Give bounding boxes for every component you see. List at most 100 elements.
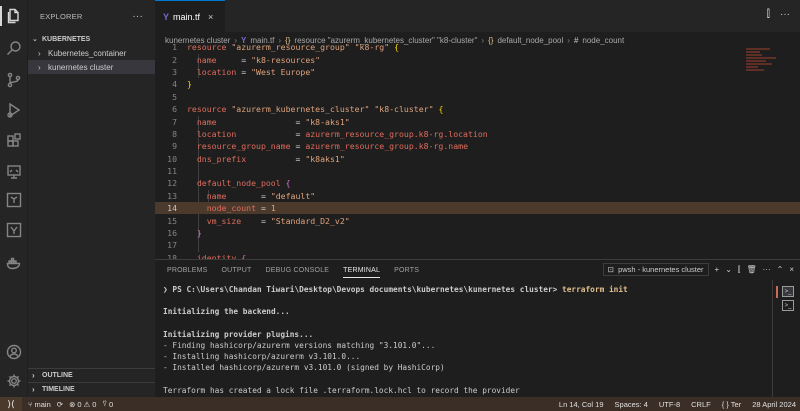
account-icon[interactable] [4, 342, 24, 362]
code-line: 13 name = "default" [167, 190, 316, 201]
indentation[interactable]: Spaces: 4 [615, 400, 648, 409]
more-actions-button[interactable]: ··· [763, 265, 771, 274]
sync-icon[interactable]: ⟳ [57, 400, 63, 409]
terminal-line: - Installing hashicorp/azurerm v3.101.0.… [163, 352, 361, 362]
status-bar: ⟩⟨ ⑂ main ⟳ ⊗ 0 ⚠ 0 ⍢ 0 Ln 14, Col 19 Sp… [0, 397, 800, 411]
tab-terminal[interactable]: TERMINAL [343, 267, 381, 278]
terminal-line: Initializing provider plugins... [163, 329, 314, 339]
code-line: 8 location = azurerm_resource_group.k8-r… [172, 128, 488, 139]
chevron-down-icon: ⌄ [32, 36, 38, 43]
remote-indicator-icon[interactable]: ⟩⟨ [0, 397, 22, 411]
bottom-panel: PROBLEMS OUTPUT DEBUG CONSOLE TERMINAL P… [155, 259, 800, 398]
terminal-line: - Installed hashicorp/azurerm v3.101.0 (… [163, 363, 445, 373]
code-line: 9 resource_group_name = azurerm_resource… [172, 141, 468, 152]
timeline-section-header[interactable]: › TIMELINE [28, 382, 155, 395]
status-right: Ln 14, Col 19 Spaces: 4 UTF-8 CRLF { } T… [559, 397, 796, 411]
code-line: 17 [167, 240, 177, 251]
error-count: 0 [77, 399, 82, 409]
folder-label: Kubernetes_container [48, 48, 127, 58]
terminal-line: Initializing the backend... [163, 307, 290, 317]
code-line: 7 name = "k8-aks1" [172, 116, 350, 127]
folder-kunernetes-cluster[interactable]: › kunernetes cluster [28, 60, 155, 74]
docker-icon[interactable] [4, 253, 24, 273]
tab-problems[interactable]: PROBLEMS [167, 267, 208, 274]
active-indicator [776, 286, 778, 298]
antenna-icon: ⍢ [102, 399, 107, 408]
problems-status[interactable]: ⊗ 0 ⚠ 0 [69, 400, 96, 409]
azure-icon[interactable] [4, 220, 24, 240]
folder-label: kunernetes cluster [48, 62, 114, 72]
workspace-section-header[interactable]: ⌄ KUBERNETES [28, 32, 155, 46]
code-line: 11 [167, 166, 177, 177]
close-icon[interactable]: × [208, 12, 213, 22]
workspace-section-label: KUBERNETES [42, 35, 91, 43]
cursor-position[interactable]: Ln 14, Col 19 [559, 400, 604, 409]
chevron-right-icon: › [38, 48, 41, 58]
split-editor-icon[interactable]: ⫿ [767, 9, 770, 20]
run-debug-icon[interactable] [4, 100, 24, 120]
close-icon[interactable]: × [789, 265, 794, 274]
terminal-selector[interactable]: ⊡ pwsh - kunernetes cluster [602, 263, 709, 276]
tab-output[interactable]: OUTPUT [222, 267, 252, 274]
folder-kubernetes-container[interactable]: › Kubernetes_container [28, 46, 155, 60]
editor-tab-bar: Y main.tf × ⫿ ··· [155, 0, 800, 32]
search-icon[interactable] [4, 38, 24, 58]
explorer-more-actions-button[interactable]: ··· [132, 11, 143, 22]
more-actions-button[interactable]: ··· [780, 9, 790, 20]
timeline-label: TIMELINE [42, 385, 75, 393]
activity-bar [0, 0, 28, 397]
code-line: 5 [172, 91, 177, 102]
terminal-output[interactable]: ❯ PS C:\Users\Chandan Tiwari\Desktop\Dev… [155, 284, 767, 398]
terminal-instance-1[interactable]: >_ [782, 286, 794, 297]
panel-actions: ⊡ pwsh - kunernetes cluster + ⌄ ⫿ 🗑 ··· … [602, 263, 794, 276]
code-line: 12 default_node_pool { [167, 178, 291, 189]
code-line: 3 location = "West Europe" [172, 66, 316, 77]
branch-name: main [34, 399, 51, 409]
error-icon: ⊗ [69, 399, 76, 409]
terminal-prompt: PS C:\Users\Chandan Tiwari\Desktop\Devop… [172, 285, 558, 295]
source-control-icon[interactable] [4, 70, 24, 90]
code-line: 1 resource "azurerm_resource_group" "k8-r… [172, 42, 400, 53]
tab-ports[interactable]: PORTS [394, 267, 419, 274]
explorer-header: EXPLORER ··· [28, 0, 155, 32]
terminal-line: - Finding hashicorp/azurerm versions mat… [163, 341, 436, 351]
code-line: 4} [172, 79, 192, 90]
split-terminal-icon[interactable]: ⫿ [738, 265, 741, 275]
chevron-up-icon[interactable]: ⌃ [777, 265, 784, 274]
ports-status[interactable]: ⍢ 0 [102, 399, 113, 409]
code-editor[interactable]: 1 resource "azurerm_resource_group" "k8-r… [155, 41, 800, 263]
code-line: 15 vm_size = "Standard_D2_v2" [167, 215, 350, 226]
minimap[interactable] [746, 48, 786, 88]
terminal-name: pwsh - kunernetes cluster [618, 265, 704, 274]
remote-explorer-icon[interactable] [4, 162, 24, 182]
trash-icon[interactable]: 🗑 [746, 265, 756, 274]
code-line-current: 14 node_count = 1 [155, 202, 800, 215]
extensions-icon[interactable] [4, 131, 24, 151]
editor-actions: ⫿ ··· [767, 9, 790, 20]
outline-section-header[interactable]: › OUTLINE [28, 368, 155, 381]
encoding[interactable]: UTF-8 [659, 400, 680, 409]
chevron-right-icon: › [38, 62, 41, 72]
terminal-instances: >_ >_ [772, 280, 800, 398]
terraform-file-icon: Y [163, 11, 170, 22]
branch-icon: ⑂ [28, 399, 33, 409]
tab-main-tf[interactable]: Y main.tf × [155, 0, 225, 32]
branch-status[interactable]: ⑂ main [28, 400, 51, 409]
ports-count: 0 [108, 399, 114, 409]
language-mode[interactable]: { } Ter [722, 400, 741, 409]
chevron-down-icon[interactable]: ⌄ [725, 265, 732, 274]
code-line: 16 } [167, 228, 202, 239]
code-line: 2 name = "k8-resources" [172, 54, 321, 65]
tab-debug-console[interactable]: DEBUG CONSOLE [265, 267, 329, 274]
terminal-instance-2[interactable]: >_ [782, 300, 794, 311]
settings-gear-icon[interactable] [4, 371, 24, 391]
files-icon[interactable] [0, 6, 24, 26]
terraform-icon[interactable] [4, 190, 24, 210]
explorer-title: EXPLORER [40, 11, 83, 21]
warning-count: 0 [92, 399, 97, 409]
end-of-line[interactable]: CRLF [691, 400, 711, 409]
terminal-line: Terraform has created a lock file .terra… [163, 385, 520, 395]
new-terminal-icon[interactable]: + [715, 265, 720, 274]
